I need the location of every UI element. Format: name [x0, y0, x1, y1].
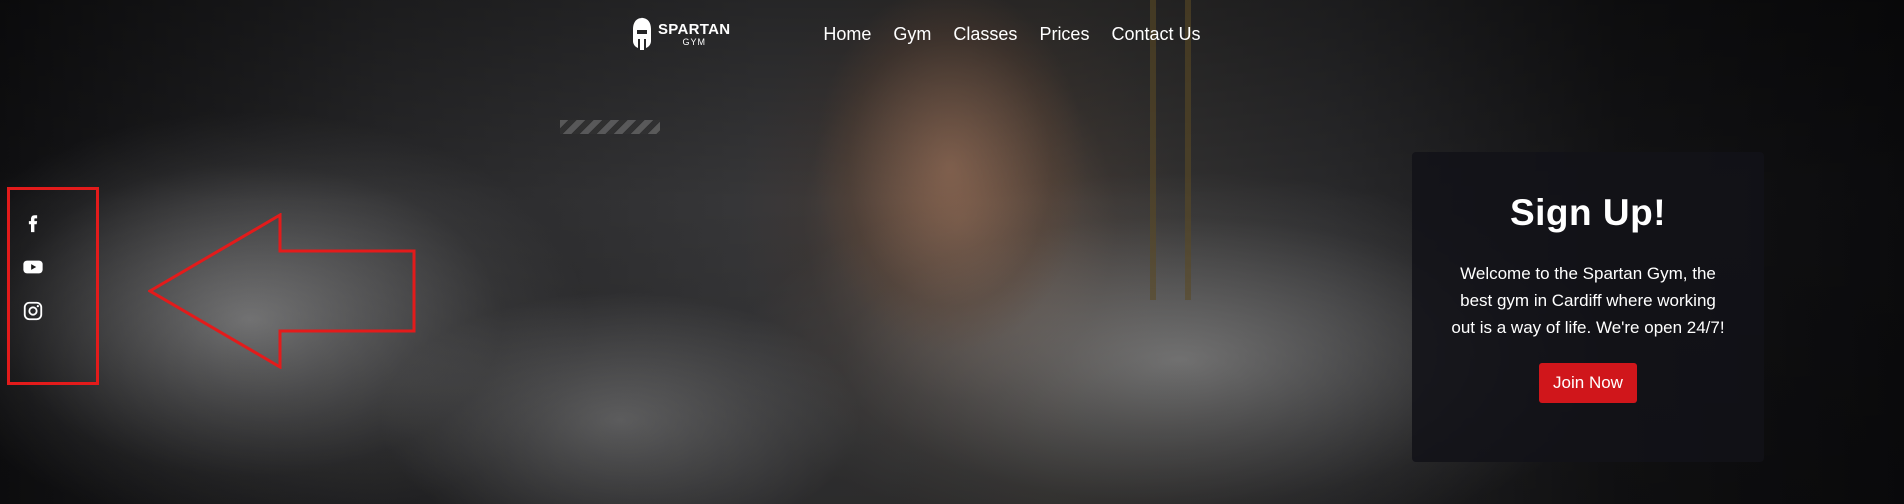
- nav-link-prices[interactable]: Prices: [1028, 24, 1100, 45]
- signup-title: Sign Up!: [1509, 192, 1667, 233]
- main-navbar: SPARTAN GYM Home Gym Classes Prices Cont…: [630, 12, 1212, 56]
- brand-logo[interactable]: SPARTAN GYM: [630, 17, 730, 51]
- annotation-highlight-box: [7, 187, 99, 385]
- hero-section: SPARTAN GYM Home Gym Classes Prices Cont…: [0, 0, 1904, 504]
- annotation-arrow-icon: [148, 213, 416, 369]
- nav-link-gym[interactable]: Gym: [882, 24, 942, 45]
- nav-link-contact-us[interactable]: Contact Us: [1100, 24, 1211, 45]
- spartan-helmet-icon: [633, 17, 651, 50]
- brand-subtitle: GYM: [682, 36, 706, 47]
- nav-links: Home Gym Classes Prices Contact Us: [812, 24, 1211, 45]
- signup-description: Welcome to the Spartan Gym, the best gym…: [1451, 264, 1725, 337]
- nav-link-home[interactable]: Home: [812, 24, 882, 45]
- hero-background-equipment: [560, 120, 660, 134]
- signup-card: Sign Up! Welcome to the Spartan Gym, the…: [1412, 152, 1764, 462]
- nav-link-classes[interactable]: Classes: [942, 24, 1028, 45]
- brand-name: SPARTAN: [658, 20, 731, 38]
- hero-background-athlete: [760, 0, 1140, 480]
- join-now-button[interactable]: Join Now: [1539, 363, 1637, 403]
